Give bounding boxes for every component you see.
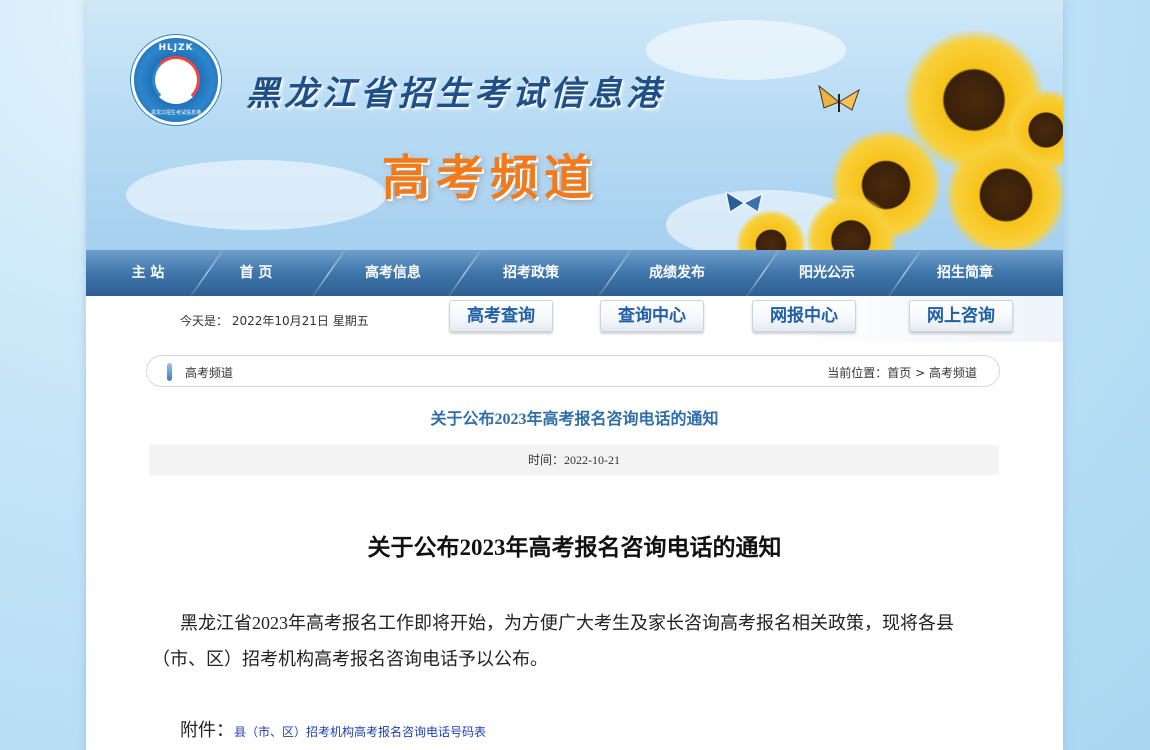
attachment-link[interactable]: 县（市、区）招考机构高考报名咨询电话号码表: [234, 725, 486, 739]
butterfly-icon: [725, 190, 763, 213]
nav-item-gaokao-info[interactable]: 高考信息: [338, 250, 448, 296]
current-date: 今天是： 2022年10月21日 星期五: [180, 314, 369, 328]
attachment-row: 附件：县（市、区）招考机构高考报名咨询电话号码表: [180, 716, 486, 742]
logo-emblem-icon: [152, 56, 200, 104]
site-logo[interactable]: HLJZK 黑龙江招生考试信息港: [134, 38, 218, 122]
logo-text: HLJZK: [158, 43, 194, 53]
query-center-button[interactable]: 查询中心: [600, 300, 704, 332]
nav-item-public-notice[interactable]: 阳光公示: [772, 250, 882, 296]
article-body: 黑龙江省2023年高考报名工作即将开始，为方便广大考生及家长咨询高考报名相关政策…: [152, 613, 954, 669]
online-registration-button[interactable]: 网报中心: [752, 300, 856, 332]
section-label: 高考频道: [185, 366, 234, 380]
online-consult-button[interactable]: 网上咨询: [909, 300, 1013, 332]
logo-subtext: 黑龙江招生考试信息港: [150, 110, 201, 116]
breadcrumb-separator: >: [911, 366, 929, 380]
nav-item-admission-guide[interactable]: 招生简章: [910, 250, 1020, 296]
current-location: 当前位置：首页 > 高考频道: [827, 364, 977, 381]
nav-item-scores[interactable]: 成绩发布: [622, 250, 732, 296]
gaokao-query-button[interactable]: 高考查询: [449, 300, 553, 332]
nav-item-main-site[interactable]: 主 站: [108, 250, 188, 296]
article-header-title: 关于公布2023年高考报名咨询电话的通知: [430, 411, 719, 428]
nav-item-home[interactable]: 首 页: [216, 250, 296, 296]
location-label: 当前位置：: [827, 366, 888, 380]
page-container: HLJZK 黑龙江招生考试信息港 黑龙江省招生考试信息港 高考频道 主 站 首 …: [86, 0, 1063, 750]
cloud-decoration: [126, 160, 386, 230]
attachment-label: 附件：: [180, 720, 234, 740]
cloud-decoration: [646, 20, 846, 80]
channel-title: 高考频道: [382, 150, 599, 206]
quick-bar: 今天是： 2022年10月21日 星期五 高考查询 查询中心 网报中心 网上咨询: [86, 296, 1063, 342]
nav-item-policy[interactable]: 招考政策: [476, 250, 586, 296]
main-nav: 主 站 首 页 高考信息 招考政策 成绩发布 阳光公示 招生简章: [86, 250, 1063, 296]
breadcrumb: 高考频道 当前位置：首页 > 高考频道: [146, 355, 1000, 387]
article-title: 关于公布2023年高考报名咨询电话的通知: [367, 535, 782, 560]
butterfly-icon: [818, 84, 860, 112]
breadcrumb-current-link[interactable]: 高考频道: [929, 366, 977, 380]
breadcrumb-home-link[interactable]: 首页: [887, 366, 911, 380]
section-marker-icon: [167, 363, 172, 381]
site-name: 黑龙江省招生考试信息港: [246, 74, 664, 114]
publish-time: 时间：2022-10-21: [149, 445, 999, 475]
header-banner: HLJZK 黑龙江招生考试信息港 黑龙江省招生考试信息港 高考频道: [86, 0, 1063, 250]
